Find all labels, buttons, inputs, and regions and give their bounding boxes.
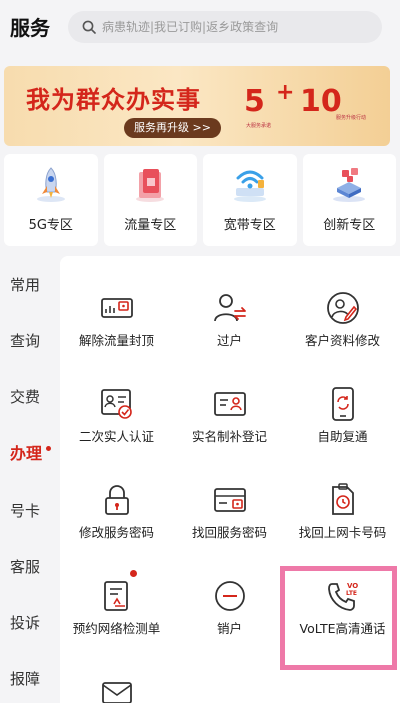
- service-label: 二次实人认证: [78, 429, 154, 444]
- service-grid: 解除流量封顶 过户 客户资料修改 二次实人认证 实名制补登记 自助复通 修改服务…: [60, 256, 400, 703]
- tab-active-dot: [46, 445, 52, 451]
- service-cancel-account[interactable]: 销户: [173, 544, 286, 640]
- tab-query[interactable]: 查询: [0, 312, 60, 368]
- lock-icon: [99, 482, 135, 518]
- service-label: 找回服务密码: [191, 525, 267, 540]
- tab-label: 常用: [10, 275, 41, 294]
- tab-fault-report[interactable]: 报障: [0, 650, 60, 703]
- id-verify-icon: [99, 386, 135, 422]
- rocket-icon: [29, 164, 73, 204]
- banner-upgrade-button[interactable]: 服务再升级 >>: [124, 118, 221, 138]
- service-transfer[interactable]: 过户: [173, 256, 286, 352]
- transfer-user-icon: [212, 290, 248, 326]
- tab-label: 办理: [10, 444, 43, 463]
- search-icon: [82, 20, 96, 34]
- notification-badge: [129, 570, 137, 577]
- tab-handle[interactable]: 办理: [0, 424, 60, 480]
- tab-label: 报障: [10, 669, 41, 688]
- service-label: 客户资料修改: [304, 333, 380, 348]
- search-input[interactable]: [102, 20, 372, 34]
- tab-label: 客服: [10, 557, 41, 576]
- service-label: 预约网络检测单: [72, 621, 161, 636]
- service-second-real-name-auth[interactable]: 二次实人认证: [60, 352, 173, 448]
- sim-clock-icon: [325, 482, 361, 518]
- header: 服务: [0, 0, 400, 56]
- form-check-icon: [99, 570, 137, 614]
- unlock-data-icon: [99, 290, 135, 326]
- svg-text:LTE: LTE: [346, 590, 357, 597]
- tab-customer-service[interactable]: 客服: [0, 538, 60, 594]
- wifi-icon: [228, 164, 272, 204]
- service-label: 销户: [216, 621, 242, 636]
- banner-number-five: 5: [244, 84, 265, 119]
- tab-label: 查询: [10, 331, 41, 350]
- banner-caption-right: 服务升级行动: [336, 115, 367, 121]
- real-name-register-icon: [212, 386, 248, 422]
- service-label: 找回上网卡号码: [298, 525, 387, 540]
- svg-text:VO: VO: [347, 582, 358, 590]
- phone-restore-icon: [325, 386, 361, 422]
- service-label: 过户: [216, 333, 242, 348]
- edit-profile-icon: [325, 290, 361, 326]
- category-tabs: 常用 查询 交费 办理 号卡 客服 投诉 报障: [0, 256, 60, 703]
- zone-broadband[interactable]: 宽带专区: [203, 154, 297, 246]
- tab-label: 投诉: [10, 613, 41, 632]
- tab-common[interactable]: 常用: [0, 256, 60, 312]
- service-mail[interactable]: [60, 640, 173, 703]
- service-label: 修改服务密码: [78, 525, 154, 540]
- banner-plus: +: [276, 80, 295, 105]
- envelope-icon: [99, 674, 135, 703]
- service-recover-data-card-number[interactable]: 找回上网卡号码: [286, 448, 399, 544]
- zone-label: 宽带专区: [223, 218, 276, 233]
- zone-5g[interactable]: 5G专区: [4, 154, 98, 246]
- innovation-blocks-icon: [327, 164, 371, 204]
- volte-phone-icon: VO LTE: [325, 578, 361, 614]
- minus-circle-icon: [212, 578, 248, 614]
- service-label: 实名制补登记: [191, 429, 267, 444]
- zone-row: 5G专区 流量专区 宽带专区 创新专区: [4, 154, 396, 246]
- service-volte-hd-call[interactable]: VO LTE VoLTE高清通话: [286, 544, 399, 640]
- data-package-icon: [128, 164, 172, 204]
- service-label: 自助复通: [317, 429, 368, 444]
- banner-title: 我为群众办实事: [26, 86, 201, 114]
- service-self-restore[interactable]: 自助复通: [286, 352, 399, 448]
- search-bar[interactable]: [68, 11, 382, 43]
- tab-label: 交费: [10, 387, 41, 406]
- service-label: VoLTE高清通话: [299, 621, 386, 636]
- service-edit-profile[interactable]: 客户资料修改: [286, 256, 399, 352]
- service-label: 解除流量封顶: [78, 333, 154, 348]
- tab-complaint[interactable]: 投诉: [0, 594, 60, 650]
- service-unlock-data-cap[interactable]: 解除流量封顶: [60, 256, 173, 352]
- service-recover-password[interactable]: 找回服务密码: [173, 448, 286, 544]
- zone-innovation[interactable]: 创新专区: [302, 154, 396, 246]
- tab-payment[interactable]: 交费: [0, 368, 60, 424]
- zone-label: 创新专区: [323, 218, 376, 233]
- card-lock-icon: [212, 482, 248, 518]
- tab-label: 号卡: [10, 501, 41, 520]
- promo-banner[interactable]: 我为群众办实事 服务再升级 >> 5 + 10 大服务承诺 服务升级行动: [4, 66, 390, 146]
- zone-label: 5G专区: [28, 218, 73, 233]
- service-book-network-test[interactable]: 预约网络检测单: [60, 544, 173, 640]
- banner-caption-left: 大服务承诺: [246, 123, 272, 129]
- tab-number-card[interactable]: 号卡: [0, 482, 60, 538]
- page-title: 服务: [10, 16, 50, 40]
- service-change-password[interactable]: 修改服务密码: [60, 448, 173, 544]
- service-real-name-register[interactable]: 实名制补登记: [173, 352, 286, 448]
- zone-data[interactable]: 流量专区: [103, 154, 197, 246]
- zone-label: 流量专区: [124, 218, 177, 233]
